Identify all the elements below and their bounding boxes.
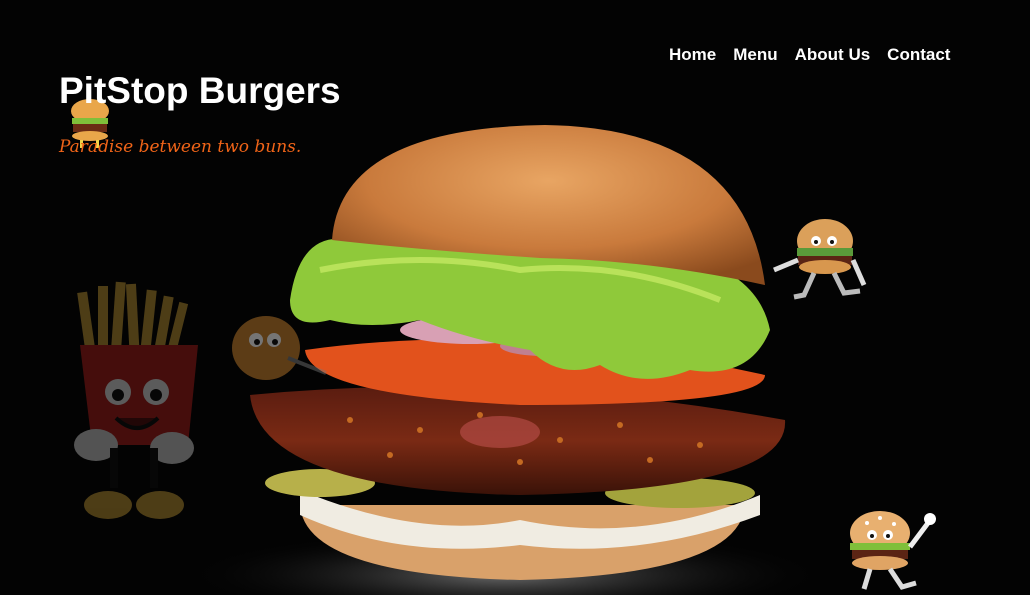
waving-burger-mascot-image xyxy=(850,511,936,590)
site-title: PitStop Burgers xyxy=(59,70,341,111)
site-tagline: Paradise between two buns. xyxy=(59,137,302,157)
faded-burger-mascot-image xyxy=(232,316,327,380)
walking-burger-mascot-image xyxy=(773,219,867,300)
